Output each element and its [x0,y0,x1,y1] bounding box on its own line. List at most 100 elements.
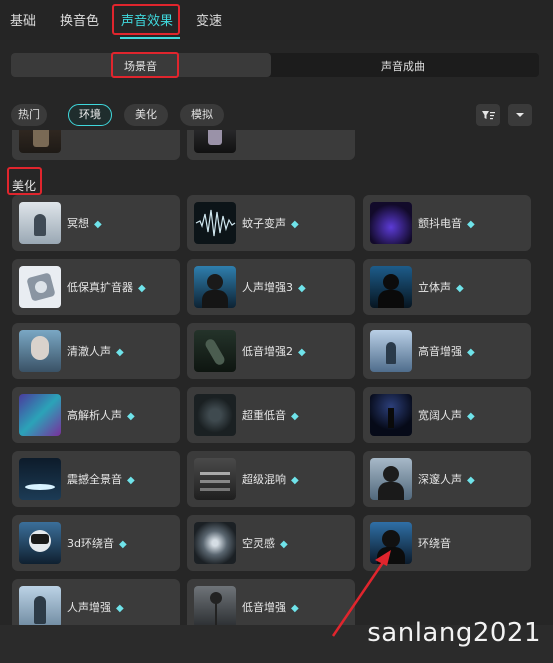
effect-card[interactable]: 蚊子变声 ◆ [187,195,355,251]
effect-thumbnail [194,458,236,500]
effect-name: 冥想 [67,217,89,230]
effect-thumbnail [194,130,236,153]
effect-thumbnail [370,522,412,564]
diamond-icon: ◆ [94,219,102,230]
diamond-icon: ◆ [467,475,475,486]
effect-name: 低音增强2 [242,345,293,358]
diamond-icon: ◆ [467,347,475,358]
effect-thumbnail [19,458,61,500]
effect-thumbnail [19,202,61,244]
effect-name: 超级混响 [242,473,286,486]
effect-label: 高解析人声 ◆ [67,407,135,423]
effect-card[interactable]: 震撼全景音 ◆ [12,451,180,507]
diamond-icon: ◆ [116,347,124,358]
effects-list[interactable]: 美化 冥想 ◆ 蚊子变声 ◆ 颤抖电音 ◆ 低保真扩音器 ◆ 人声增强3 ◆ 立… [0,130,553,630]
diamond-icon: ◆ [291,411,299,422]
effect-card[interactable]: 人声增强3 ◆ [187,259,355,315]
effect-thumbnail [19,522,61,564]
section-label-beautify: 美化 [12,179,37,193]
chevron-down-icon [516,113,524,117]
diamond-icon: ◆ [291,219,299,230]
top-tabs: 基础 换音色 声音效果 变速 [0,0,553,40]
effect-card[interactable]: 环绕音 [363,515,531,571]
effect-thumbnail [194,586,236,628]
effect-card[interactable]: 宽阔人声 ◆ [363,387,531,443]
effect-thumbnail [194,330,236,372]
effect-card[interactable]: 空灵感 ◆ [187,515,355,571]
effect-thumbnail [19,330,61,372]
effect-card[interactable]: 高解析人声 ◆ [12,387,180,443]
effect-label: 蚊子变声 ◆ [242,215,299,231]
filter-icon [482,111,495,120]
effect-name: 人声增强 [67,601,111,614]
subtab-scene-sound-label: 场景音 [124,60,157,73]
effect-card[interactable]: 超重低音 ◆ [187,387,355,443]
effect-card[interactable]: 冥想 ◆ [12,195,180,251]
diamond-icon: ◆ [456,283,464,294]
effect-card[interactable]: 立体声 ◆ [363,259,531,315]
chip-beautify[interactable]: 美化 [124,104,168,126]
diamond-icon: ◆ [127,411,135,422]
effect-thumbnail [194,394,236,436]
effect-thumbnail [19,586,61,628]
diamond-icon: ◆ [118,539,127,550]
effect-label: 低保真扩音器 ◆ [67,279,146,295]
effect-label: 清澈人声 ◆ [67,343,124,359]
tab-sound-effects[interactable]: 声音效果 [121,10,173,29]
diamond-icon: ◆ [291,475,299,486]
diamond-icon: ◆ [291,603,299,614]
effect-label: 低音增强2 ◆ [242,343,306,359]
effect-card[interactable]: 3d环绕音 ◆ [12,515,180,571]
effect-card[interactable]: 低音增强 ◆ [187,579,355,630]
effect-label: 立体声 ◆ [418,279,464,295]
subtab-segment: 场景音 声音成曲 [11,53,539,77]
effect-label: 颤抖电音 ◆ [418,215,475,231]
effect-label: 深邃人声 ◆ [418,471,475,487]
effect-thumbnail [194,266,236,308]
effect-card[interactable]: 深邃人声 ◆ [363,451,531,507]
effect-name: 人声增强3 [242,281,293,294]
effect-label: 人声增强3 ◆ [242,279,306,295]
effect-name: 高解析人声 [67,409,122,422]
effect-label: 3d环绕音 ◆ [67,535,127,551]
effect-label: 冥想 ◆ [67,215,102,231]
effect-card[interactable]: 颤抖电音 ◆ [363,195,531,251]
effect-name: 低保真扩音器 [67,281,133,294]
chip-environment[interactable]: 环境 [68,104,112,126]
effect-name: 立体声 [418,281,451,294]
effect-label: 超重低音 ◆ [242,407,299,423]
effect-card[interactable]: 清澈人声 ◆ [12,323,180,379]
effect-thumbnail [370,330,412,372]
effect-card[interactable]: 高音增强 ◆ [363,323,531,379]
tab-speed[interactable]: 变速 [196,10,222,29]
effect-card[interactable]: 超级混响 ◆ [187,451,355,507]
effect-name: 空灵感 [242,537,275,550]
effect-card[interactable]: 低保真扩音器 ◆ [12,259,180,315]
effect-card[interactable]: 低音增强2 ◆ [187,323,355,379]
diamond-icon: ◆ [298,283,306,294]
effect-card-partial[interactable] [12,130,180,160]
effect-name: 蚊子变声 [242,217,286,230]
effect-name: 深邃人声 [418,473,462,486]
effect-label: 空灵感 ◆ [242,535,288,551]
chip-simulate[interactable]: 模拟 [180,104,224,126]
subtab-scene-sound[interactable]: 场景音 [11,53,271,77]
effect-label: 高音增强 ◆ [418,343,475,359]
effect-card[interactable]: 人声增强 ◆ [12,579,180,630]
effect-name: 环绕音 [418,537,451,550]
chip-hot[interactable]: 热门 [11,104,47,126]
filter-button[interactable] [476,104,500,126]
active-tab-indicator [120,37,180,39]
subtab-sound-to-song[interactable]: 声音成曲 [381,58,425,74]
effect-name: 清澈人声 [67,345,111,358]
effect-thumbnail [19,130,61,153]
diamond-icon: ◆ [138,283,146,294]
effect-card-partial[interactable] [187,130,355,160]
tab-basic[interactable]: 基础 [10,10,36,29]
effect-thumbnail [19,266,61,308]
dropdown-button[interactable] [508,104,532,126]
diamond-icon: ◆ [467,411,475,422]
effect-name: 震撼全景音 [67,473,122,486]
tab-voice-change[interactable]: 换音色 [60,10,99,29]
diamond-icon: ◆ [280,539,288,550]
